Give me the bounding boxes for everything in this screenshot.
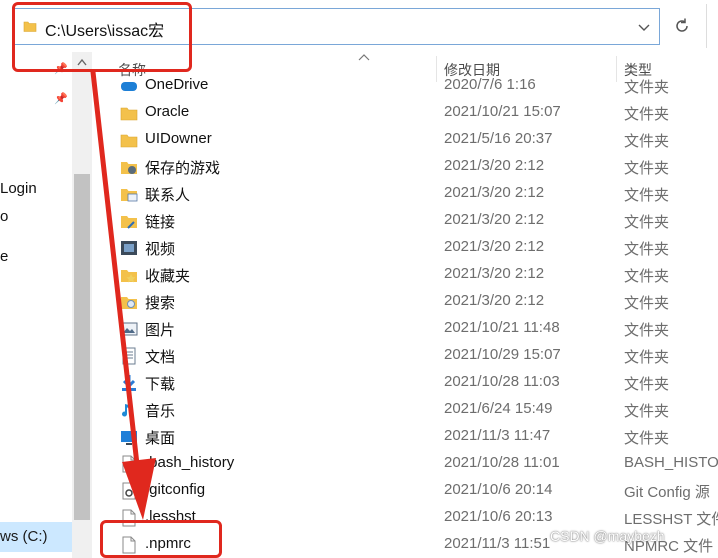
file-date: 2021/10/6 20:14 [444,481,553,498]
file-type: 文件夹 [624,214,670,231]
pin-icon[interactable]: 📌 [54,92,68,105]
file-name: 音乐 [145,403,176,420]
file-row[interactable]: 链接 2021/3/20 2:12 文件夹 [92,207,718,234]
file-type: 文件夹 [624,133,670,150]
file-name: UIDowner [145,130,212,147]
nav-item-drive-c[interactable]: ws (C:) [0,522,72,552]
file-type: 文件夹 [624,295,670,312]
favorites-icon [121,270,137,283]
file-row[interactable]: 下载 2021/10/28 11:03 文件夹 [92,369,718,396]
file-date: 2021/11/3 11:47 [444,427,551,444]
search-box-edge[interactable] [706,4,718,48]
nav-scrollbar-thumb[interactable] [74,174,90,520]
file-date: 2021/3/20 2:12 [444,238,545,255]
file-name: 文档 [145,349,176,366]
file-row[interactable]: 视频 2021/3/20 2:12 文件夹 [92,234,718,261]
file-type: 文件夹 [624,241,670,258]
file-type: 文件夹 [624,403,670,420]
file-name: 联系人 [145,187,191,204]
file-row[interactable]: 音乐 2021/6/24 15:49 文件夹 [92,396,718,423]
file-date: 2021/10/28 11:01 [444,454,560,471]
file-date: 2021/11/3 11:51 [444,535,551,552]
refresh-icon [676,18,688,32]
file-type: 文件夹 [624,349,670,366]
nav-item-e[interactable]: e [0,248,8,265]
contacts-icon [121,189,138,202]
file-type: 文件夹 [624,160,670,177]
file-row[interactable]: 保存的游戏 2021/3/20 2:12 文件夹 [92,153,718,180]
file-date: 2021/10/21 11:48 [444,319,560,336]
file-date: 2021/3/20 2:12 [444,184,545,201]
file-name: OneDrive [145,76,209,93]
file-name: 桌面 [145,430,176,447]
file-icon [122,455,136,473]
nav-item-o[interactable]: o [0,208,8,225]
file-row[interactable]: .gitconfig 2021/10/6 20:14 Git Config 源 [92,477,718,504]
file-row[interactable]: 搜索 2021/3/20 2:12 文件夹 [92,288,718,315]
searches-icon [121,297,137,309]
desktop-icon [121,431,137,445]
drive-label: ws (C:) [0,528,48,545]
file-name: 图片 [145,322,176,339]
downloads-icon [122,375,136,391]
file-row[interactable]: 桌面 2021/11/3 11:47 文件夹 [92,423,718,450]
file-date: 2021/3/20 2:12 [444,157,545,174]
chevron-down-icon[interactable] [637,17,653,37]
folder-icon [120,107,138,121]
file-type: 文件夹 [624,106,670,123]
file-date: 2021/10/29 15:07 [444,346,561,363]
file-date: 2021/3/20 2:12 [444,265,545,282]
gitconfig-icon [122,482,136,500]
onedrive-icon [121,82,137,91]
file-row[interactable]: 联系人 2021/3/20 2:12 文件夹 [92,180,718,207]
links-icon [121,216,137,229]
file-date: 2021/10/21 15:07 [444,103,561,120]
videos-icon [121,241,137,255]
file-date: 2020/7/6 1:16 [444,76,536,93]
file-type: 文件夹 [624,268,670,285]
file-row[interactable]: 文档 2021/10/29 15:07 文件夹 [92,342,718,369]
file-name: 收藏夹 [145,268,191,285]
file-row[interactable]: OneDrive 2020/7/6 1:16 文件夹 [92,74,718,99]
file-name: 搜索 [145,295,176,312]
nav-item-login[interactable]: Login [0,180,37,197]
documents-icon [122,347,136,365]
file-type: LESSHST 文件 [624,511,718,528]
file-date: 2021/10/6 20:13 [444,508,553,525]
annotation-box-npmrc [100,520,222,558]
file-date: 2021/3/20 2:12 [444,292,545,309]
file-type: 文件夹 [624,187,670,204]
file-row[interactable]: Oracle 2021/10/21 15:07 文件夹 [92,99,718,126]
file-row[interactable]: 收藏夹 2021/3/20 2:12 文件夹 [92,261,718,288]
file-date: 2021/5/16 20:37 [444,130,553,147]
file-name: .bash_history [145,454,235,471]
file-name: 链接 [145,214,176,231]
file-type: 文件夹 [624,322,670,339]
sort-ascending-icon [358,50,370,64]
file-date: 2021/10/28 11:03 [444,373,560,390]
annotation-box-address [12,2,192,72]
refresh-button[interactable] [668,10,696,42]
watermark: CSDN @maybezh [550,528,665,544]
file-type: 文件夹 [624,376,670,393]
file-date: 2021/3/20 2:12 [444,211,545,228]
file-name: 视频 [145,241,176,258]
file-row[interactable]: .bash_history 2021/10/28 11:01 BASH_HISTO [92,450,718,477]
file-name: .gitconfig [145,481,206,498]
file-name: 保存的游戏 [145,160,221,177]
file-name: Oracle [145,103,190,120]
file-name: 下载 [145,376,176,393]
file-row[interactable]: 图片 2021/10/21 11:48 文件夹 [92,315,718,342]
folder-icon [120,134,138,148]
file-type: BASH_HISTO [624,454,718,471]
file-date: 2021/6/24 15:49 [444,400,553,417]
music-icon [122,404,133,417]
file-type: 文件夹 [624,430,670,447]
file-list: OneDrive 2020/7/6 1:16 文件夹 Oracle 2021/10/21… [92,74,718,558]
saved-games-icon [121,162,137,174]
file-row[interactable]: UIDowner 2021/5/16 20:37 文件夹 [92,126,718,153]
file-type: Git Config 源 [624,484,710,501]
file-type: 文件夹 [624,79,670,96]
pictures-icon [120,322,138,336]
